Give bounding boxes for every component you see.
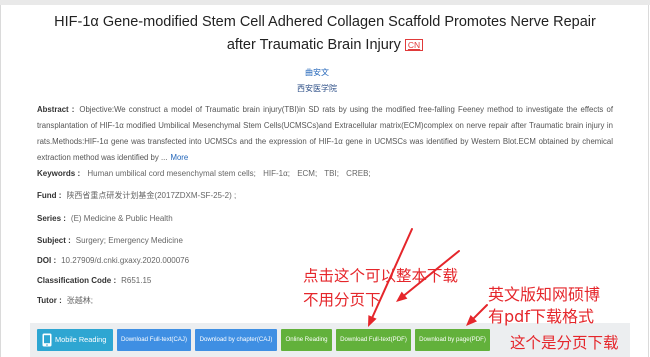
browser-top-strip <box>0 0 650 5</box>
tutor-link[interactable]: 张越林; <box>67 296 93 305</box>
annotation-pdf-format-note: 有pdf下载格式 <box>488 307 594 326</box>
series-label: Series : <box>37 214 66 223</box>
fund-row: Fund : 陕西省重点研发计划基金(2017ZDXM-SF-25-2) ; <box>37 190 236 202</box>
annotation-page-download-note: 这个是分页下载 <box>510 334 619 352</box>
doi-label: DOI : <box>37 256 57 265</box>
doi-value: 10.27909/d.cnki.gxaxy.2020.000076 <box>61 256 190 265</box>
subject-row: Subject : Surgery; Emergency Medicine <box>37 235 183 247</box>
classification-label: Classification Code : <box>37 276 117 285</box>
mobile-phone-icon <box>42 333 52 347</box>
online-reading-button[interactable]: Online Reading <box>281 329 332 351</box>
classification-value: R651.15 <box>121 276 152 285</box>
download-by-chapter-caj-button[interactable]: Download by chapter(CAJ) <box>195 329 277 351</box>
download-by-page-pdf-button[interactable]: Download by page(PDF) <box>415 329 490 351</box>
classification-row: Classification Code : R651.15 <box>37 275 151 287</box>
keyword-link[interactable]: TBI; <box>324 169 339 178</box>
fund-link[interactable]: 陕西省重点研发计划基金(2017ZDXM-SF-25-2) ; <box>66 191 236 200</box>
keyword-link[interactable]: Human umbilical cord mesenchymal stem ce… <box>87 169 256 178</box>
language-badge[interactable]: CN <box>404 39 424 51</box>
keywords-label: Keywords : <box>37 169 81 178</box>
keywords-row: Keywords : Human umbilical cord mesenchy… <box>37 168 376 180</box>
mobile-reading-label: Mobile Reading <box>55 335 107 344</box>
annotation-arrowhead <box>396 291 408 302</box>
subject-value: Surgery; Emergency Medicine <box>75 236 183 245</box>
keyword-link[interactable]: CREB; <box>346 169 370 178</box>
series-row: Series : (E) Medicine & Public Health <box>37 213 173 225</box>
abstract: Abstract : Objective:We construct a model… <box>37 102 613 166</box>
page-edge-left <box>0 5 1 357</box>
tutor-row: Tutor : 张越林; <box>37 295 93 307</box>
annotation-pdf-format-note: 英文版知网硕博 <box>488 285 601 304</box>
keyword-link[interactable]: ECM; <box>297 169 317 178</box>
annotation-full-download-note: 不用分页下 <box>303 291 381 309</box>
abstract-label: Abstract : <box>37 105 75 114</box>
fund-label: Fund : <box>37 191 62 200</box>
series-value: (E) Medicine & Public Health <box>70 214 173 223</box>
annotation-arrow <box>472 304 488 320</box>
paper-title: HIF-1α Gene-modified Stem Cell Adhered C… <box>40 11 610 57</box>
abstract-more-link[interactable]: More <box>170 153 188 162</box>
keyword-link[interactable]: HIF-1α; <box>263 169 290 178</box>
institution-link[interactable]: 西安医学院 <box>0 83 634 95</box>
page-edge-right <box>648 5 649 357</box>
subject-label: Subject : <box>37 236 71 245</box>
doi-row: DOI : 10.27909/d.cnki.gxaxy.2020.000076 <box>37 255 189 267</box>
annotation-full-download-note: 点击这个可以整本下载 <box>303 267 459 285</box>
download-full-text-pdf-button[interactable]: Download Full-text(PDF) <box>336 329 411 351</box>
author-link[interactable]: 曲安文 <box>0 67 634 79</box>
mobile-reading-button[interactable]: Mobile Reading <box>37 329 113 351</box>
tutor-label: Tutor : <box>37 296 62 305</box>
paper-title-text: HIF-1α Gene-modified Stem Cell Adhered C… <box>54 14 596 53</box>
download-full-text-caj-button[interactable]: Download Full-text(CAJ) <box>117 329 191 351</box>
abstract-text: Objective:We construct a model of Trauma… <box>37 105 613 162</box>
